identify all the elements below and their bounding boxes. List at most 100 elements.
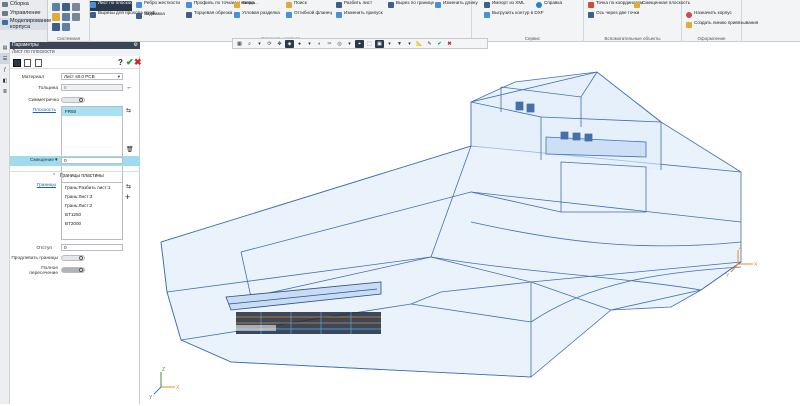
display-style-icon[interactable]: ● [295, 40, 304, 48]
layers-tab-icon[interactable]: ◧ [0, 75, 10, 86]
list-tab-icon[interactable]: ≣ [0, 86, 10, 97]
borders-list[interactable]: Грань:Разбить лист:1 Грань:Лист:3 Грань:… [61, 182, 123, 240]
borders-list-item[interactable]: BT2000 [62, 219, 122, 228]
thickness-field[interactable]: 8 [61, 84, 123, 91]
hide-icon[interactable]: ✂ [325, 40, 334, 48]
export-dxf-button[interactable]: Выгрузить контур в DXF [484, 10, 544, 21]
pan-icon[interactable]: ✥ [275, 40, 284, 48]
ok-button[interactable]: ✔ [126, 57, 134, 68]
layers-icon[interactable] [62, 23, 70, 31]
add-icon[interactable]: + [125, 192, 130, 202]
flange-button[interactable]: Отгибной фланец [286, 10, 332, 21]
hull-model[interactable]: X Z Y X Z Y [141, 42, 800, 404]
end-cut-icon [186, 12, 192, 18]
offset-field[interactable]: 0 [61, 157, 123, 164]
nav-management[interactable]: Управление [0, 9, 47, 18]
orientation-icon[interactable]: ◈ [285, 39, 294, 48]
arrow-left-icon[interactable]: ← [126, 84, 133, 91]
ribbon: Сборка Управление Моделирование корпуса … [0, 0, 800, 42]
change-allowance-button[interactable]: Изменить припуск [336, 10, 386, 21]
borders-list-item[interactable]: Грань:Лист:3 [62, 192, 122, 201]
plane-list-item[interactable]: FR50 [62, 107, 122, 116]
copy-icon[interactable] [24, 59, 31, 67]
show-icon[interactable]: ◎ [335, 40, 344, 48]
render-menu-icon[interactable]: ▾ [385, 40, 394, 48]
model-viewport[interactable]: X Z Y X Z Y [141, 42, 800, 404]
panel-settings-icon[interactable]: ⚙ [134, 42, 138, 49]
save-icon[interactable] [62, 3, 70, 11]
assign-icon [686, 12, 692, 18]
select-icon[interactable]: ⬚ [365, 40, 374, 48]
indent-field[interactable]: 0 [61, 244, 123, 251]
material-label: Материал [21, 75, 44, 80]
print-icon[interactable] [72, 3, 80, 11]
rib-button[interactable]: Ребро жесткости [136, 0, 180, 11]
extend-toggle[interactable] [61, 255, 85, 261]
swap-icon[interactable]: ⇆ [126, 183, 131, 190]
help-icon[interactable]: ? [118, 58, 123, 67]
parameters-tab-icon[interactable]: ☰ [0, 53, 10, 64]
borders-list-item[interactable]: Грань:Разбить лист:1 [62, 183, 122, 192]
material-select[interactable]: Лист s8.0 PCB ▾ [61, 73, 123, 80]
tree-icon[interactable]: ▤ [0, 42, 10, 53]
rotate-icon[interactable]: ⟳ [265, 40, 274, 48]
render-icon[interactable]: ▣ [375, 39, 384, 48]
undo-icon[interactable] [72, 13, 80, 21]
offset-plane-button[interactable]: Смещенная плоскость [634, 0, 690, 11]
symmetric-toggle[interactable] [61, 97, 85, 103]
cutouts-button[interactable]: Вырезы для прохода проф. [90, 10, 157, 21]
stiffener-button[interactable]: Задвижка [136, 11, 176, 20]
bracket-button[interactable]: Кница [234, 0, 278, 9]
change-length-button[interactable]: Изменить длину [435, 0, 478, 9]
nav-assembly[interactable]: Сборка [0, 0, 47, 9]
create-weld-button[interactable]: Создать линию привязывания [686, 20, 758, 31]
document-icon[interactable] [35, 59, 42, 67]
confirm-icon[interactable]: ✔ [435, 40, 444, 48]
filter-icon[interactable]: ▼ [395, 40, 404, 48]
borders-label[interactable]: Границы [12, 183, 56, 188]
variables-icon[interactable]: ƒ [0, 64, 10, 75]
help-button[interactable]: Справка [536, 0, 576, 9]
filter-menu-icon[interactable]: ▾ [405, 40, 414, 48]
split-sheet-button[interactable]: Разбить лист [336, 0, 386, 9]
borders-list-item[interactable]: BT1250 [62, 210, 122, 219]
sheet-mode-icon[interactable] [13, 59, 21, 67]
panel-header: Параметры ⚙ [10, 42, 140, 49]
chevron-down-icon[interactable]: ▾ [55, 157, 58, 163]
ribbon-group-system: Системная [48, 0, 90, 42]
zoom-icon[interactable]: ⌕ [245, 40, 254, 48]
visibility-menu-icon[interactable]: ▾ [345, 40, 354, 48]
new-file-icon[interactable] [52, 3, 60, 11]
corner-cut-button[interactable]: Угловая разделка [234, 10, 280, 21]
snap-icon[interactable]: ⌖ [355, 39, 364, 48]
pencil-icon[interactable]: ✎ [425, 40, 434, 48]
plane-label[interactable]: Плоскость [12, 108, 56, 113]
borders-list-item[interactable]: Грань:Лист:2 [62, 201, 122, 210]
end-profile-button[interactable]: Торцевая обрезка [186, 10, 232, 21]
borders-section-header[interactable]: ⌃ Границы пластины [10, 171, 140, 179]
cutout-border-button[interactable]: Вырез по границе [388, 0, 434, 11]
full-intersection-toggle[interactable] [61, 267, 85, 273]
import-xml-button[interactable]: Импорт из XML [484, 0, 530, 9]
section-icon[interactable]: ◐ [315, 40, 324, 48]
swap-icon[interactable]: ⇆ [126, 107, 131, 114]
open-icon[interactable] [52, 13, 60, 21]
management-icon [2, 11, 8, 16]
display-menu-icon[interactable]: ▾ [305, 40, 314, 48]
axis-two-points-button[interactable]: Ось через две точки [588, 10, 639, 21]
close-icon[interactable]: ✖ [445, 40, 454, 48]
grid-icon[interactable]: ▦ [235, 40, 244, 48]
plane-list[interactable]: FR50 [61, 106, 123, 194]
parameters-panel: ▤ ☰ ƒ ◧ ≣ Параметры ⚙ Лист по плоскости … [0, 42, 142, 404]
nav-hull-modeling[interactable]: Моделирование корпуса [0, 18, 51, 30]
close-doc-icon[interactable] [62, 13, 70, 21]
ribbon-group-aux: Точка по координатам Ось через две точки… [584, 0, 690, 42]
vertical-toolbar: ▤ ☰ ƒ ◧ ≣ [0, 42, 10, 404]
axis-triad-corner: X Z Y [149, 367, 180, 401]
delete-icon[interactable]: 🗑 [126, 146, 134, 153]
measure-icon[interactable]: 📐 [415, 40, 424, 48]
axis-z-label: Z [739, 245, 742, 251]
settings-icon[interactable] [52, 23, 60, 31]
search-button[interactable]: Поиск [286, 0, 330, 9]
zoom-menu-icon[interactable]: ▾ [255, 40, 264, 48]
